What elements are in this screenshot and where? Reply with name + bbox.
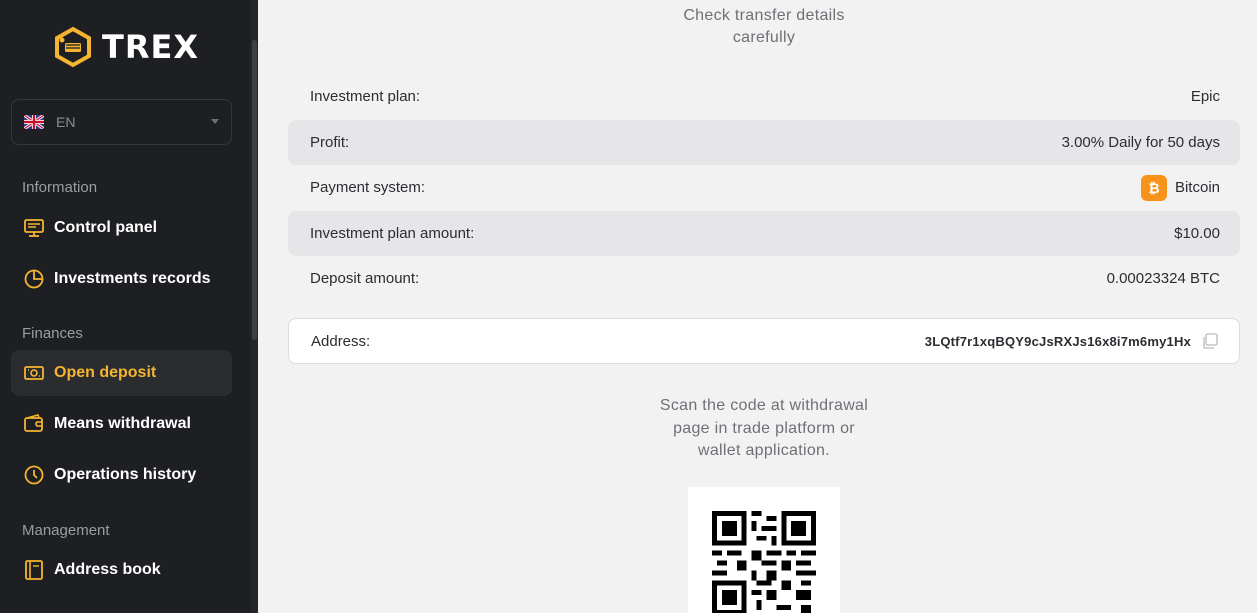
trex-logo-icon	[55, 26, 91, 68]
sidebar-item-open-deposit[interactable]: Open deposit	[11, 350, 232, 396]
wallet-icon	[23, 413, 45, 435]
wallet-address[interactable]: 3LQtf7r1xqBQY9cJsRXJs16x8i7m6my1Hx	[925, 334, 1191, 349]
sidebar-item-label: Address book	[54, 561, 161, 578]
sidebar-item-investments-records[interactable]: Investments records	[11, 256, 232, 302]
language-selector[interactable]: EN	[11, 99, 232, 145]
uk-flag-icon	[24, 115, 44, 129]
cash-icon	[23, 362, 45, 384]
address-label: Address:	[311, 332, 371, 350]
sidebar-item-address-book[interactable]: Address book	[11, 547, 232, 593]
detail-row-deposit-amount: Deposit amount: 0.00023324 BTC	[288, 256, 1240, 301]
detail-value: 3.00% Daily for 50 days	[1061, 134, 1220, 151]
detail-row-plan-amount: Investment plan amount: $10.00	[288, 211, 1240, 256]
scan-line: page in trade platform or	[673, 419, 855, 437]
heading-line: Check transfer details	[683, 7, 845, 24]
detail-row-payment-system: Payment system: ₿ Bitcoin	[288, 165, 1240, 210]
section-information: Information	[22, 179, 98, 196]
book-icon	[23, 559, 45, 581]
sidebar-item-control-panel[interactable]: Control panel	[11, 205, 232, 251]
copy-icon[interactable]	[1201, 332, 1219, 350]
scan-instructions: Scan the code at withdrawal page in trad…	[258, 395, 1257, 463]
section-finances: Finances	[22, 325, 83, 342]
detail-label: Investment plan amount:	[310, 225, 475, 242]
sidebar-item-means-withdrawal[interactable]: Means withdrawal	[11, 401, 232, 447]
brand-logo[interactable]: TREX	[52, 26, 199, 68]
sidebar-item-operations-history[interactable]: Operations history	[11, 452, 232, 498]
chevron-down-icon	[211, 119, 219, 124]
sidebar-scrollbar-thumb[interactable]	[252, 40, 257, 340]
detail-label: Investment plan:	[310, 88, 421, 105]
bitcoin-icon: ₿	[1140, 174, 1167, 201]
sidebar-item-label: Operations history	[54, 466, 197, 483]
dashboard-icon	[23, 217, 45, 239]
detail-row-profit: Profit: 3.00% Daily for 50 days	[288, 120, 1240, 165]
detail-value: 0.00023324 BTC	[1106, 270, 1220, 287]
address-field[interactable]: Address: 3LQtf7r1xqBQY9cJsRXJs16x8i7m6my…	[288, 318, 1240, 364]
brand-name: TREX	[102, 28, 199, 66]
heading-line: carefully	[732, 29, 796, 46]
main-content: Check transfer details carefully Investm…	[258, 0, 1257, 613]
sidebar: TREX EN Information Control panel Invest…	[0, 0, 258, 613]
address-container: 3LQtf7r1xqBQY9cJsRXJs16x8i7m6my1Hx	[925, 332, 1219, 350]
qr-code-container	[688, 487, 840, 613]
payment-system-value: ₿ Bitcoin	[1140, 174, 1220, 201]
detail-label: Profit:	[310, 134, 350, 151]
language-code: EN	[56, 114, 76, 130]
sidebar-item-label: Means withdrawal	[54, 415, 191, 432]
detail-value: Epic	[1190, 88, 1220, 105]
scan-line: Scan the code at withdrawal	[659, 397, 869, 414]
page-heading: Check transfer details carefully	[258, 5, 1257, 49]
pie-chart-icon	[23, 268, 45, 290]
detail-value: Bitcoin	[1174, 179, 1220, 196]
section-management: Management	[22, 522, 110, 539]
sidebar-item-label: Control panel	[54, 219, 158, 236]
detail-label: Payment system:	[310, 179, 426, 196]
detail-label: Deposit amount:	[310, 270, 420, 287]
detail-value: $10.00	[1174, 225, 1220, 242]
clock-icon	[23, 464, 45, 486]
detail-row-investment-plan: Investment plan: Epic	[288, 74, 1240, 119]
scan-line: wallet application.	[698, 442, 830, 459]
sidebar-item-label: Open deposit	[54, 364, 157, 381]
sidebar-item-label: Investments records	[54, 270, 211, 287]
qr-code	[712, 511, 816, 613]
